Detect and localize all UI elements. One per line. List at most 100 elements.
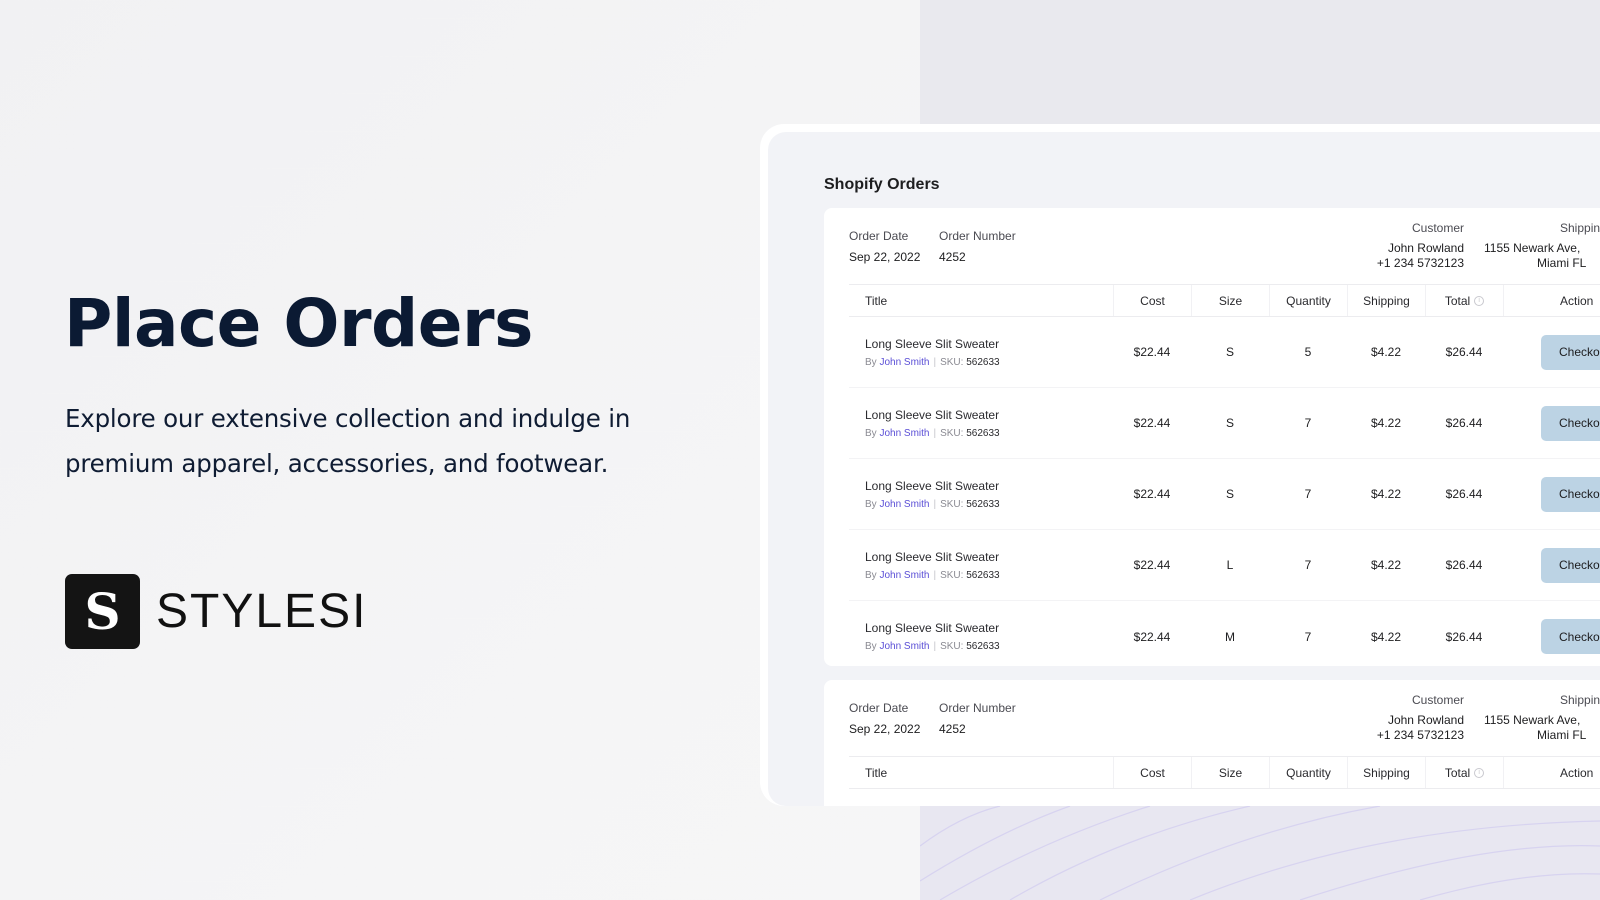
customer-phone: +1 234 5732123 <box>1376 256 1464 270</box>
item-meta: By John Smith | SKU: 562633 <box>865 641 1000 652</box>
table-row: Long Sleeve Slit Sweater By John Smith | SK… <box>849 601 1600 672</box>
item-cost: $22.44 <box>1133 487 1171 501</box>
item-by-label: By <box>865 569 877 581</box>
item-quantity: 7 <box>1304 558 1312 572</box>
item-total: $26.44 <box>1445 345 1483 359</box>
item-shipping: $4.22 <box>1370 487 1402 501</box>
item-author-link[interactable]: John Smith <box>879 641 929 652</box>
info-icon[interactable]: i <box>1474 767 1485 778</box>
item-title-cell: Long Sleeve Slit Sweater By John Smith | SK… <box>849 388 1113 458</box>
shipping-address-line-2: Miami FL <box>1537 728 1587 742</box>
item-by-label: By <box>865 498 877 510</box>
item-author-link[interactable]: John Smith <box>879 570 929 581</box>
table-header: Title Cost Size Quantity Shipping Total … <box>849 284 1600 317</box>
customer-info: Customer John Rowland +1 234 5732123 <box>1364 693 1464 743</box>
item-title-cell: Long Sleeve Slit Sweater By John Smith | SK… <box>849 459 1113 529</box>
item-by-label: By <box>865 427 877 439</box>
checkout-button[interactable]: Checkout <box>1541 334 1600 370</box>
checkout-button[interactable]: Checkout <box>1541 619 1600 654</box>
item-sku-label: SKU: <box>940 498 964 510</box>
item-sku: 562633 <box>966 569 1000 581</box>
column-header-action: Action <box>1503 285 1600 316</box>
brand-logo: S STYLESI <box>65 574 367 649</box>
column-header-size: Size <box>1191 757 1269 788</box>
shipping-address-line-1: 1155 Newark Ave, <box>1484 713 1581 727</box>
item-total: $26.44 <box>1445 629 1483 644</box>
order-card: Order Date Sep 22, 2022 Order Number 425… <box>824 208 1600 666</box>
shipping-address-line-2: Miami FL <box>1537 256 1587 270</box>
shipping-address-line-1: 1155 Newark Ave, <box>1484 241 1581 255</box>
order-number: Order Number 4252 <box>939 701 1016 736</box>
order-date-label: Order Date <box>849 701 909 715</box>
item-name: Long Sleeve Slit Sweater <box>865 478 1000 493</box>
item-sku: 562633 <box>966 356 1000 368</box>
order-number: Order Number 4252 <box>939 229 1016 264</box>
divider: | <box>933 641 937 652</box>
item-sku-label: SKU: <box>940 641 964 652</box>
item-size: M <box>1225 629 1235 644</box>
item-action-cell: Checkout <box>1503 388 1600 458</box>
hero-subtitle-line-1: Explore our extensive collection and ind… <box>65 404 631 433</box>
item-sku-label: SKU: <box>940 427 964 439</box>
shipping-label: Shipping <box>1560 221 1600 235</box>
brand-mark-icon: S <box>65 574 140 649</box>
divider: | <box>933 569 937 581</box>
order-date: Order Date Sep 22, 2022 <box>849 229 920 264</box>
shipping-info: Shipping 1155 Newark Ave, Miami FL <box>1484 221 1600 271</box>
page-title: Shopify Orders <box>824 176 940 193</box>
shipping-info: Shipping 1155 Newark Ave, Miami FL <box>1484 693 1600 743</box>
item-meta: By John Smith | SKU: 562633 <box>865 357 1000 368</box>
customer-name: John Rowland <box>1387 241 1464 255</box>
item-cost: $22.44 <box>1133 345 1171 359</box>
column-header-total-label: Total <box>1444 293 1471 308</box>
column-header-quantity: Quantity <box>1269 757 1347 788</box>
column-header-title: Title <box>865 765 888 780</box>
order-number-label: Order Number <box>939 701 1016 715</box>
item-action-cell: Checkout <box>1503 601 1600 672</box>
item-sku: 562633 <box>966 427 1000 439</box>
item-size: S <box>1225 345 1234 359</box>
customer-phone: +1 234 5732123 <box>1376 728 1464 742</box>
table-row: Long Sleeve Slit Sweater By John Smith | SK… <box>849 530 1600 601</box>
item-size: L <box>1226 558 1234 572</box>
item-author-link[interactable]: John Smith <box>879 357 929 368</box>
item-shipping: $4.22 <box>1370 345 1402 359</box>
item-title-cell: Long Sleeve Slit Sweater By John Smith | SK… <box>849 601 1113 672</box>
checkout-button[interactable]: Checkout <box>1541 547 1600 583</box>
column-header-total: Total i <box>1425 757 1503 788</box>
order-number-label: Order Number <box>939 229 1016 243</box>
divider: | <box>933 356 937 368</box>
item-quantity: 5 <box>1304 345 1312 359</box>
item-quantity: 7 <box>1304 629 1312 644</box>
item-meta: By John Smith | SKU: 562633 <box>865 570 1000 581</box>
item-shipping: $4.22 <box>1370 416 1402 430</box>
item-sku-label: SKU: <box>940 569 964 581</box>
item-author-link[interactable]: John Smith <box>879 499 929 510</box>
customer-info: Customer John Rowland +1 234 5732123 <box>1364 221 1464 271</box>
order-date: Order Date Sep 22, 2022 <box>849 701 920 736</box>
info-icon[interactable]: i <box>1474 295 1485 306</box>
item-sku-label: SKU: <box>940 356 964 368</box>
item-total: $26.44 <box>1445 487 1483 501</box>
item-quantity: 7 <box>1304 487 1312 501</box>
app-window: Shopify Orders Order Date Sep 22, 2022 O… <box>760 124 1600 806</box>
item-name: Long Sleeve Slit Sweater <box>865 336 1000 351</box>
app-content: Shopify Orders Order Date Sep 22, 2022 O… <box>768 132 1600 806</box>
item-shipping: $4.22 <box>1370 629 1402 644</box>
divider: | <box>933 498 937 510</box>
background-decorative-lines <box>920 806 1600 900</box>
customer-name: John Rowland <box>1387 713 1464 727</box>
hero-subtitle-line-2: premium apparel, accessories, and footwe… <box>65 449 609 478</box>
item-author-link[interactable]: John Smith <box>879 428 929 439</box>
item-action-cell: Checkout <box>1503 530 1600 600</box>
item-total: $26.44 <box>1445 558 1483 572</box>
item-title-cell: Long Sleeve Slit Sweater By John Smith | SK… <box>849 317 1113 387</box>
item-action-cell: Checkout <box>1503 317 1600 387</box>
hero-title: Place Orders <box>64 285 533 362</box>
item-meta: By John Smith | SKU: 562633 <box>865 428 1000 439</box>
order-date-value: Sep 22, 2022 <box>849 722 921 736</box>
checkout-button[interactable]: Checkout <box>1541 476 1600 512</box>
checkout-button[interactable]: Checkout <box>1541 405 1600 441</box>
divider: | <box>933 427 937 439</box>
column-header-size: Size <box>1191 285 1269 316</box>
